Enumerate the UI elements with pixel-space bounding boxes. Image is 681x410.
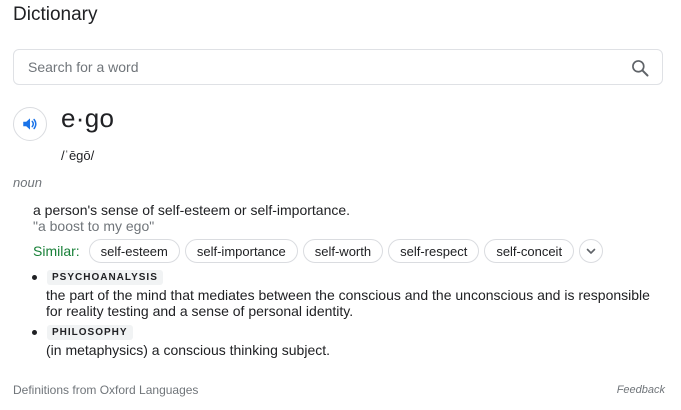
page-title: Dictionary [13, 4, 98, 25]
sense-text: (in metaphysics) a conscious thinking su… [46, 342, 331, 358]
similar-chip[interactable]: self-esteem [88, 239, 180, 263]
search-icon[interactable] [630, 58, 650, 78]
domain-label: PSYCHOANALYSIS [47, 270, 163, 285]
similar-chip[interactable]: self-worth [302, 239, 384, 263]
example: "a boost to my ego" [33, 218, 155, 234]
domain-label: PHILOSOPHY [47, 325, 133, 340]
definition: a person's sense of self-esteem or self-… [33, 202, 351, 218]
search-box[interactable] [13, 49, 663, 85]
similar-label: Similar: [33, 243, 80, 259]
sense-text: for reality testing and a sense of perso… [46, 303, 354, 319]
similar-row: Similar: self-esteem self-importance sel… [33, 239, 604, 263]
similar-chip[interactable]: self-importance [184, 239, 298, 263]
headword: e·go [61, 103, 115, 133]
bullet [32, 275, 37, 280]
speaker-icon [23, 118, 37, 130]
similar-chip[interactable]: self-respect [388, 239, 480, 263]
phonetic: /ˈēɡō/ [61, 148, 95, 163]
expand-similar-button[interactable] [579, 239, 604, 263]
part-of-speech: noun [13, 175, 42, 190]
similar-chip[interactable]: self-conceit [484, 239, 575, 263]
sense-text: the part of the mind that mediates betwe… [46, 287, 650, 303]
source-credit: Definitions from Oxford Languages [13, 383, 199, 397]
bullet [32, 330, 37, 335]
feedback-link[interactable]: Feedback [617, 384, 665, 396]
chevron-down-icon [586, 248, 596, 254]
search-input[interactable] [28, 50, 608, 84]
pronunciation-button[interactable] [13, 107, 47, 141]
